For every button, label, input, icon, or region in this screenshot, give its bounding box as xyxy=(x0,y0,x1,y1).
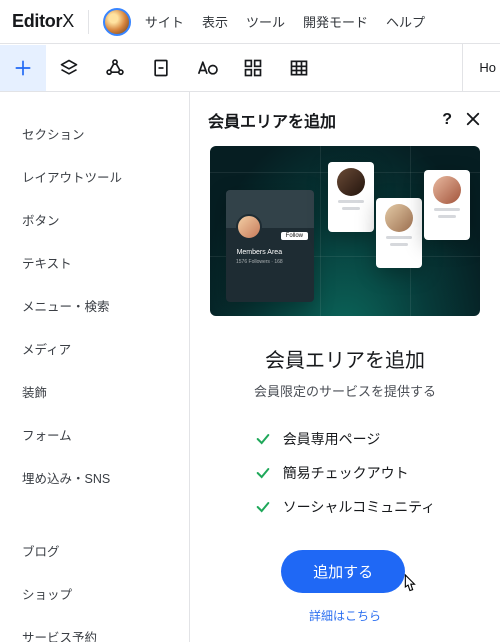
tool-layers[interactable] xyxy=(46,45,92,91)
side-media[interactable]: メディア xyxy=(0,327,189,370)
menu-view[interactable]: 表示 xyxy=(202,12,228,31)
side-layout-tools[interactable]: レイアウトツール xyxy=(0,155,189,198)
menu-help[interactable]: ヘルプ xyxy=(386,12,425,31)
panel-title: 会員エリアを追加 xyxy=(208,108,442,132)
side-shop[interactable]: ショップ xyxy=(0,572,189,615)
table-icon xyxy=(289,58,309,78)
tool-grid[interactable] xyxy=(230,45,276,91)
side-booking[interactable]: サービス予約 xyxy=(0,615,189,642)
tool-theme[interactable] xyxy=(184,45,230,91)
close-icon[interactable] xyxy=(464,110,482,131)
side-decorative[interactable]: 装飾 xyxy=(0,370,189,413)
user-avatar[interactable] xyxy=(103,8,131,36)
app-logo: EditorX xyxy=(12,11,74,32)
theme-icon xyxy=(196,58,218,78)
feature-list: 会員専用ページ 簡易チェックアウト ソーシャルコミュニティ xyxy=(255,422,436,524)
divider xyxy=(88,10,89,34)
side-section[interactable]: セクション xyxy=(0,112,189,155)
side-blog[interactable]: ブログ xyxy=(0,529,189,572)
add-panel-sidebar: セクション レイアウトツール ボタン テキスト メニュー・検索 メディア 装飾 … xyxy=(0,92,190,642)
top-bar: EditorX サイト 表示 ツール 開発モード ヘルプ xyxy=(0,0,500,44)
feature-item: 簡易チェックアウト xyxy=(255,456,436,490)
side-text[interactable]: テキスト xyxy=(0,241,189,284)
add-members-area-button[interactable]: 追加する xyxy=(281,550,405,593)
learn-more-link[interactable]: 詳細はこちら xyxy=(210,607,480,624)
members-area-panel: 会員エリアを追加 ? Follow Members Area1576 Follo… xyxy=(190,92,500,642)
panel-header: 会員エリアを追加 ? xyxy=(190,92,500,146)
menu-tools[interactable]: ツール xyxy=(246,12,285,31)
feature-item: 会員専用ページ xyxy=(255,422,436,456)
hero-profile-tile xyxy=(424,170,470,240)
toolbar-right-truncated[interactable]: Ho xyxy=(462,44,500,91)
hero-illustration: Follow Members Area1576 Followers · 168 xyxy=(210,146,480,316)
help-icon[interactable]: ? xyxy=(442,111,452,129)
check-icon xyxy=(255,499,271,515)
grid-icon xyxy=(243,58,263,78)
hero-profile-tile xyxy=(376,198,422,268)
plus-icon xyxy=(13,58,33,78)
side-form[interactable]: フォーム xyxy=(0,413,189,456)
hero-members-card: Follow Members Area1576 Followers · 168 xyxy=(226,190,314,302)
tool-table[interactable] xyxy=(276,45,322,91)
promo-subtitle: 会員限定のサービスを提供する xyxy=(210,381,480,400)
side-embed-sns[interactable]: 埋め込み・SNS xyxy=(0,456,189,499)
side-menu-search[interactable]: メニュー・検索 xyxy=(0,284,189,327)
check-icon xyxy=(255,431,271,447)
tool-add[interactable] xyxy=(0,45,46,91)
nodes-icon xyxy=(105,58,125,78)
menu-devmode[interactable]: 開発モード xyxy=(303,12,368,31)
feature-item: ソーシャルコミュニティ xyxy=(255,490,436,524)
tool-page[interactable] xyxy=(138,45,184,91)
promo-title: 会員エリアを追加 xyxy=(210,344,480,373)
toolbar: Ho xyxy=(0,44,500,92)
menu-site[interactable]: サイト xyxy=(145,12,184,31)
side-button[interactable]: ボタン xyxy=(0,198,189,241)
hero-profile-tile xyxy=(328,162,374,232)
tool-sections[interactable] xyxy=(92,45,138,91)
layers-icon xyxy=(59,58,79,78)
page-icon xyxy=(151,58,171,78)
top-menu: サイト 表示 ツール 開発モード ヘルプ xyxy=(145,12,425,31)
check-icon xyxy=(255,465,271,481)
